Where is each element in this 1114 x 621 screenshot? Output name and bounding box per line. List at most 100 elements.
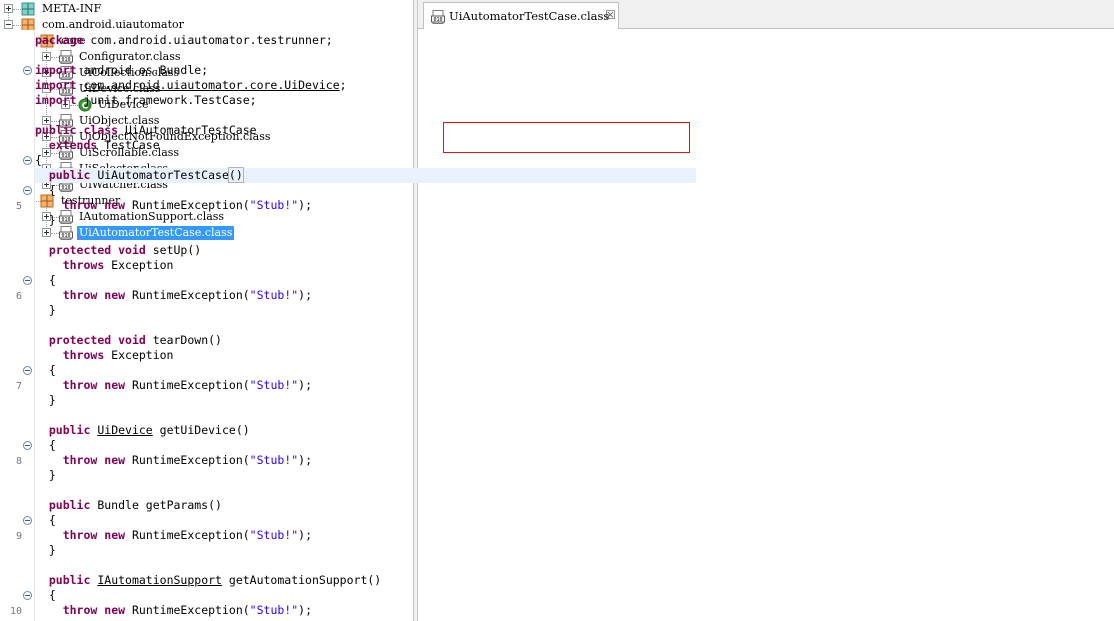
code-token: Exception — [104, 258, 174, 272]
code-line: throws Exception — [35, 258, 174, 273]
keyword-token: void — [118, 333, 146, 347]
code-line: public IAutomationSupport getAutomationS… — [35, 573, 381, 588]
code-token: ); — [298, 528, 312, 542]
keyword-token: import — [35, 93, 77, 107]
tab-label: UiAutomatorTestCase.class — [449, 9, 610, 23]
code-line: } — [35, 303, 56, 318]
keyword-token: import — [35, 63, 77, 77]
code-line: throw new RuntimeException("Stub!"); — [35, 378, 312, 393]
code-token: { — [35, 438, 56, 452]
expand-icon[interactable] — [4, 4, 13, 13]
code-token: } — [35, 543, 56, 557]
code-line: throw new RuntimeException("Stub!"); — [35, 198, 312, 213]
code-token: ); — [298, 288, 312, 302]
keyword-token: protected — [48, 243, 112, 257]
code-token: Exception — [104, 348, 174, 362]
code-token: TestCase — [97, 138, 160, 152]
code-token: RuntimeException( — [125, 198, 250, 212]
code-token: { — [35, 513, 56, 527]
annotation-highlight-box — [443, 122, 690, 153]
keyword-token: throws — [62, 348, 105, 362]
string-token: "Stub!" — [249, 528, 299, 542]
fold-collapse-icon[interactable] — [23, 186, 32, 195]
code-token: getAutomationSupport() — [221, 573, 382, 587]
keyword-token: public — [48, 168, 91, 182]
keyword-token: new — [104, 528, 126, 542]
code-line: public UiDevice getUiDevice() — [35, 423, 250, 438]
keyword-token: new — [104, 288, 126, 302]
line-number: 7 — [15, 381, 22, 392]
code-line: package com.android.uiautomator.testrunn… — [35, 33, 333, 48]
collapse-icon[interactable] — [4, 20, 13, 29]
code-line: throws Exception — [35, 348, 174, 363]
keyword-token: throw — [62, 528, 98, 542]
keyword-token: protected — [48, 333, 112, 347]
fold-collapse-icon[interactable] — [23, 156, 32, 165]
code-token: getUiDevice() — [152, 423, 250, 437]
code-token: ); — [298, 378, 312, 392]
fold-collapse-icon[interactable] — [23, 276, 32, 285]
line-number: 9 — [15, 531, 22, 542]
fold-collapse-icon[interactable] — [23, 66, 32, 75]
keyword-token: extends — [48, 138, 98, 152]
line-number: 6 — [15, 291, 22, 302]
keyword-token: throw — [62, 378, 98, 392]
fold-collapse-icon[interactable] — [23, 366, 32, 375]
code-token: UiAutomatorTestCase — [118, 123, 257, 137]
string-token: "Stub!" — [249, 603, 299, 617]
code-token: } — [35, 213, 56, 227]
keyword-token: throw — [62, 288, 98, 302]
code-token: junit.framework.TestCase; — [76, 93, 257, 107]
code-token: ; — [339, 78, 347, 92]
code-line: import com.android.uiautomator.core.UiDe… — [35, 78, 347, 93]
line-number: 8 — [15, 456, 22, 467]
string-token: "Stub!" — [249, 288, 299, 302]
keyword-token: void — [118, 243, 146, 257]
code-area[interactable]: package com.android.uiautomator.testrunn… — [35, 30, 696, 621]
tree-item-label: META-INF — [42, 2, 102, 15]
code-line: protected void setUp() — [35, 243, 201, 258]
editor-tab[interactable]: 010 UiAutomatorTestCase.class ☒ — [423, 2, 619, 29]
editor-tab-bar: 010 UiAutomatorTestCase.class ☒ — [418, 0, 1114, 29]
string-token: "Stub!" — [249, 453, 299, 467]
code-line: { — [35, 513, 56, 528]
code-token: { — [35, 273, 56, 287]
code-token: { — [35, 183, 56, 197]
code-token: RuntimeException( — [125, 453, 250, 467]
fold-collapse-icon[interactable] — [23, 441, 32, 450]
line-number: 10 — [9, 606, 22, 617]
fold-collapse-icon[interactable] — [23, 591, 32, 600]
code-line: throw new RuntimeException("Stub!"); — [35, 288, 312, 303]
code-token: } — [35, 303, 56, 317]
code-token: RuntimeException( — [125, 378, 250, 392]
code-line: } — [35, 543, 56, 558]
tree-item[interactable]: META-INF — [0, 1, 413, 17]
fold-collapse-icon[interactable] — [23, 516, 32, 525]
keyword-token: new — [104, 603, 126, 617]
keyword-token: public — [35, 123, 77, 137]
code-token: setUp() — [145, 243, 202, 257]
editor-gutter: 5 6 7 8 9 10 — [4, 30, 35, 621]
close-icon[interactable]: ☒ — [605, 9, 616, 21]
code-token: { — [35, 363, 56, 377]
type-reference-token: IAutomationSupport — [97, 573, 222, 587]
keyword-token: package — [35, 33, 84, 47]
code-token: ); — [298, 603, 312, 617]
code-token: RuntimeException( — [125, 288, 250, 302]
code-token: { — [35, 588, 56, 602]
string-token: "Stub!" — [249, 198, 299, 212]
code-line: public Bundle getParams() — [35, 498, 222, 513]
code-line: throw new RuntimeException("Stub!"); — [35, 453, 312, 468]
keyword-token: class — [83, 123, 119, 137]
